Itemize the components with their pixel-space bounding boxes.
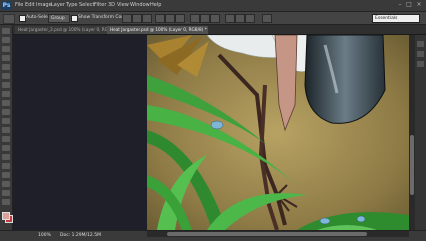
blur-tool-icon[interactable] [2, 136, 10, 142]
align-middle-icon[interactable] [132, 14, 142, 23]
lasso-tool-icon[interactable] [2, 46, 10, 52]
foreground-color-swatch[interactable] [2, 212, 10, 220]
healing-brush-tool-icon[interactable] [2, 82, 10, 88]
shape-tool-icon[interactable] [2, 181, 10, 187]
tools-panel [0, 25, 13, 230]
horizontal-scrollbar[interactable] [147, 231, 409, 237]
document-canvas[interactable] [147, 35, 409, 230]
marquee-tool-icon[interactable] [2, 37, 10, 43]
move-tool-icon[interactable] [2, 28, 10, 34]
horizontal-scroll-thumb[interactable] [167, 232, 367, 236]
align-center-icon[interactable] [165, 14, 175, 23]
pasteboard-area[interactable] [13, 35, 147, 230]
menu-window[interactable]: Window [130, 2, 150, 9]
show-transform-checkbox[interactable] [71, 15, 78, 22]
zoom-tool-icon[interactable] [2, 199, 10, 205]
align-left-icon[interactable] [155, 14, 165, 23]
maximize-icon[interactable]: □ [405, 1, 413, 9]
menu-image[interactable]: Image [36, 2, 52, 9]
eraser-tool-icon[interactable] [2, 118, 10, 124]
close-icon[interactable]: × [415, 1, 423, 9]
artwork-image [147, 35, 409, 230]
path-selection-tool-icon[interactable] [2, 172, 10, 178]
minimize-icon[interactable]: – [396, 1, 404, 9]
menu-bar: Ps File Edit Image Layer Type Select Fil… [0, 0, 426, 12]
menu-layer[interactable]: Layer [51, 2, 65, 9]
menu-edit[interactable]: Edit [25, 2, 35, 9]
distribute-top-icon[interactable] [190, 14, 200, 23]
quick-select-tool-icon[interactable] [2, 55, 10, 61]
brush-tool-icon[interactable] [2, 91, 10, 97]
distribute-left-icon[interactable] [225, 14, 235, 23]
layers-panel-icon[interactable] [417, 61, 424, 67]
properties-panel-icon[interactable] [417, 51, 424, 57]
vertical-scroll-thumb[interactable] [410, 135, 414, 195]
menu-3d[interactable]: 3D [108, 2, 115, 9]
menu-file[interactable]: File [15, 2, 23, 9]
menu-type[interactable]: Type [66, 2, 77, 9]
type-tool-icon[interactable] [2, 163, 10, 169]
clone-stamp-tool-icon[interactable] [2, 100, 10, 106]
align-top-icon[interactable] [122, 14, 132, 23]
menu-select[interactable]: Select [79, 2, 94, 9]
move-tool-preset-icon[interactable] [3, 14, 15, 24]
history-brush-tool-icon[interactable] [2, 109, 10, 115]
menu-filter[interactable]: Filter [94, 2, 106, 9]
crop-tool-icon[interactable] [2, 64, 10, 70]
document-tab-bar: Heat Jargaster_2.psd @ 100% (Layer 0, RG… [13, 25, 426, 35]
hand-tool-icon[interactable] [2, 190, 10, 196]
gradient-tool-icon[interactable] [2, 127, 10, 133]
distribute-right-icon[interactable] [245, 14, 255, 23]
workspace-switcher[interactable]: Essentials [372, 14, 420, 23]
auto-align-icon[interactable] [262, 14, 272, 23]
align-bottom-icon[interactable] [142, 14, 152, 23]
distribute-middle-icon[interactable] [200, 14, 210, 23]
pen-tool-icon[interactable] [2, 154, 10, 160]
photoshop-logo: Ps [2, 1, 11, 10]
distribute-bottom-icon[interactable] [210, 14, 220, 23]
auto-select-checkbox[interactable] [19, 15, 26, 22]
document-size-info[interactable]: Doc: 1.29M/12.5M [60, 233, 101, 239]
eyedropper-tool-icon[interactable] [2, 73, 10, 79]
align-right-icon[interactable] [175, 14, 185, 23]
dodge-tool-icon[interactable] [2, 145, 10, 151]
history-panel-icon[interactable] [417, 41, 424, 47]
distribute-center-icon[interactable] [235, 14, 245, 23]
collapsed-panels [415, 35, 426, 230]
options-bar: Auto-Select: Group Show Transform Contro… [0, 12, 426, 25]
document-tab-active[interactable]: Heat Jargaster.psd @ 100% (Layer 0, RGB/… [107, 26, 208, 34]
auto-select-dropdown[interactable]: Group [48, 14, 70, 23]
menu-help[interactable]: Help [150, 2, 161, 9]
zoom-level[interactable]: 100% [38, 233, 51, 239]
menu-view[interactable]: View [117, 2, 129, 9]
document-tab[interactable]: Heat Jargaster_2.psd @ 100% (Layer 0, RG… [15, 26, 109, 34]
